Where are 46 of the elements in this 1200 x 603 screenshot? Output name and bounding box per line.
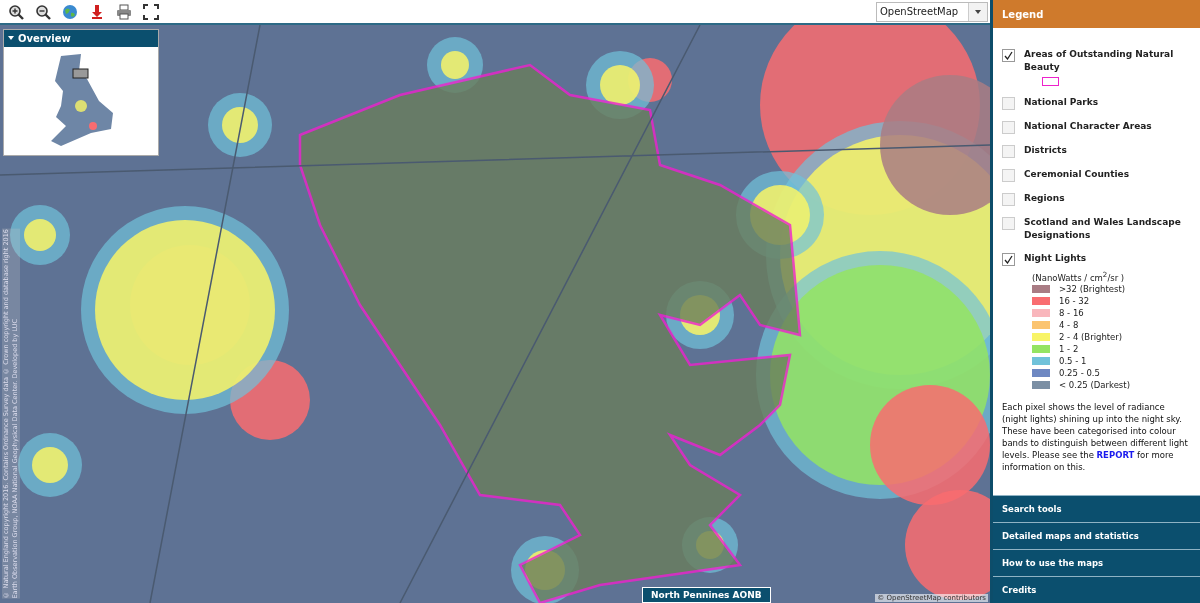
section-header[interactable]: Credits <box>993 576 1200 603</box>
globe-icon[interactable] <box>62 3 78 20</box>
band-label: < 0.25 (Darkest) <box>1059 380 1130 391</box>
unit-label: (NanoWatts / cm$^{2}$/sr ) <box>1032 270 1126 283</box>
caret-icon <box>975 9 981 14</box>
layer-label: Regions <box>1024 192 1065 205</box>
checkbox[interactable] <box>1002 49 1015 62</box>
report-link[interactable]: REPORT <box>1096 449 1135 460</box>
checkbox[interactable] <box>1002 217 1015 230</box>
band-label: 8 - 16 <box>1059 308 1084 319</box>
checkbox[interactable] <box>1002 169 1015 182</box>
basemap-dropdown[interactable]: OpenStreetMap <box>876 1 988 22</box>
checkbox[interactable] <box>1002 193 1015 206</box>
check-icon <box>1004 255 1013 264</box>
zoom-out-icon[interactable] <box>35 3 51 20</box>
collapse-triangle-icon <box>8 35 14 42</box>
map-label: North Pennines AONB <box>642 587 771 603</box>
checkbox[interactable] <box>1002 253 1015 266</box>
zoom-in-icon[interactable] <box>8 3 24 20</box>
section-header[interactable]: Detailed maps and statistics <box>993 522 1200 549</box>
layer-label: National Character Areas <box>1024 120 1152 133</box>
layer-label: Districts <box>1024 144 1067 157</box>
layer-label: Areas of Outstanding Natural Beauty <box>1024 48 1175 74</box>
layer-label: Ceremonial Counties <box>1024 168 1130 181</box>
section-header[interactable]: How to use the maps <box>993 549 1200 576</box>
band-label: 1 - 2 <box>1059 344 1079 355</box>
layer-label: National Parks <box>1024 96 1099 109</box>
band-label: 2 - 4 (Brighter) <box>1059 332 1123 343</box>
map-drawing[interactable] <box>0 25 990 603</box>
checkbox[interactable] <box>1002 145 1015 158</box>
layer-label: Night Lights <box>1024 252 1088 265</box>
layer-label: Scotland and Wales Landscape Designations <box>1024 216 1182 242</box>
fullscreen-icon[interactable] <box>143 3 159 20</box>
band-label: 16 - 32 <box>1059 296 1090 307</box>
checkbox[interactable] <box>1002 121 1015 134</box>
overview-header[interactable]: Overview <box>4 30 158 47</box>
band-label: 0.5 - 1 <box>1059 356 1087 367</box>
download-arrow-icon[interactable] <box>89 3 105 20</box>
description-text: Each pixel shows the level of radiance (night lights) shining up into the night sky. These have been categorised into colour bands to distinguish between different light levels. Please see the REPORT for more information on this. <box>1002 400 1189 473</box>
band-label: 0.25 - 0.5 <box>1059 368 1100 379</box>
section-header[interactable]: Search tools <box>993 495 1200 522</box>
check-icon <box>1004 51 1013 60</box>
band-label: 4 - 8 <box>1059 320 1079 331</box>
checkbox[interactable] <box>1002 97 1015 110</box>
band-label: >32 (Brightest) <box>1059 284 1126 295</box>
printer-icon[interactable] <box>116 3 132 20</box>
